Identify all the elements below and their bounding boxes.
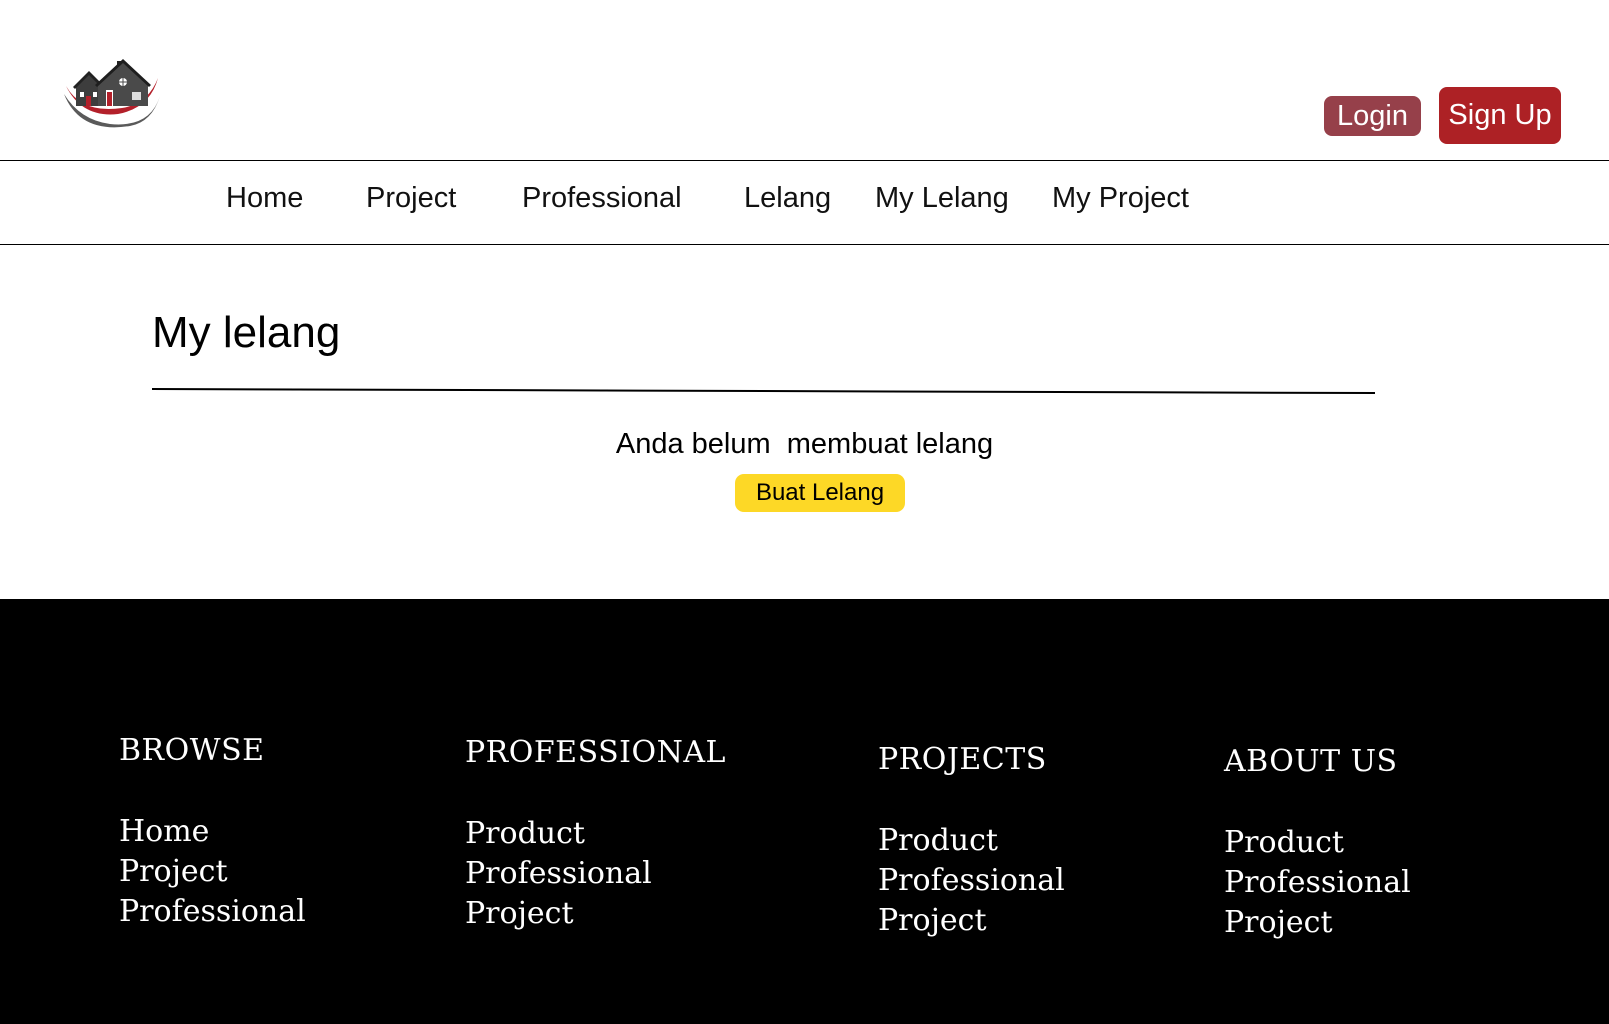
footer-heading: PROJECTS — [878, 742, 1047, 777]
footer-link[interactable]: Project — [878, 901, 1065, 941]
footer-heading: ABOUT US — [1224, 744, 1398, 779]
nav-divider — [0, 244, 1609, 245]
nav-item-project[interactable]: Project — [366, 162, 456, 234]
footer-link[interactable]: Product — [1224, 823, 1411, 863]
footer-link[interactable]: Professional — [1224, 863, 1411, 903]
footer-link[interactable]: Professional — [465, 854, 652, 894]
footer-link[interactable]: Home — [119, 812, 306, 852]
footer-link[interactable]: Professional — [878, 861, 1065, 901]
empty-state-message: Anda belum membuat lelang — [615, 428, 994, 460]
nav-item-home[interactable]: Home — [226, 162, 303, 234]
footer: BROWSE Home Project Professional PROFESS… — [0, 599, 1609, 1024]
house-logo-icon[interactable] — [60, 56, 166, 132]
nav-item-lelang[interactable]: Lelang — [744, 162, 831, 234]
footer-heading: PROFESSIONAL — [465, 735, 726, 770]
nav-item-my-project[interactable]: My Project — [1052, 162, 1189, 234]
footer-link[interactable]: Professional — [119, 892, 306, 932]
header-divider — [0, 160, 1609, 161]
nav-item-professional[interactable]: Professional — [522, 162, 682, 234]
footer-column-about-us: ABOUT US Product Professional Project — [1224, 744, 1411, 940]
footer-column-professional: PROFESSIONAL Product Professional Projec… — [465, 735, 726, 931]
footer-link[interactable]: Project — [1224, 903, 1411, 943]
nav-item-my-lelang[interactable]: My Lelang — [875, 162, 1009, 234]
footer-column-browse: BROWSE Home Project Professional — [119, 733, 306, 929]
title-divider — [151, 388, 1375, 394]
footer-column-projects: PROJECTS Product Professional Project — [878, 742, 1065, 938]
login-button[interactable]: Login — [1324, 96, 1421, 136]
create-lelang-button[interactable]: Buat Lelang — [735, 474, 905, 512]
footer-link[interactable]: Project — [465, 894, 652, 934]
footer-heading: BROWSE — [119, 733, 265, 768]
footer-link[interactable]: Product — [465, 814, 652, 854]
footer-link[interactable]: Project — [119, 852, 306, 892]
signup-button[interactable]: Sign Up — [1439, 87, 1561, 144]
main-nav: Home Project Professional Lelang My Lela… — [0, 162, 1609, 242]
page-title: My lelang — [152, 308, 341, 357]
header: Login Sign Up — [0, 0, 1609, 160]
footer-link[interactable]: Product — [878, 821, 1065, 861]
